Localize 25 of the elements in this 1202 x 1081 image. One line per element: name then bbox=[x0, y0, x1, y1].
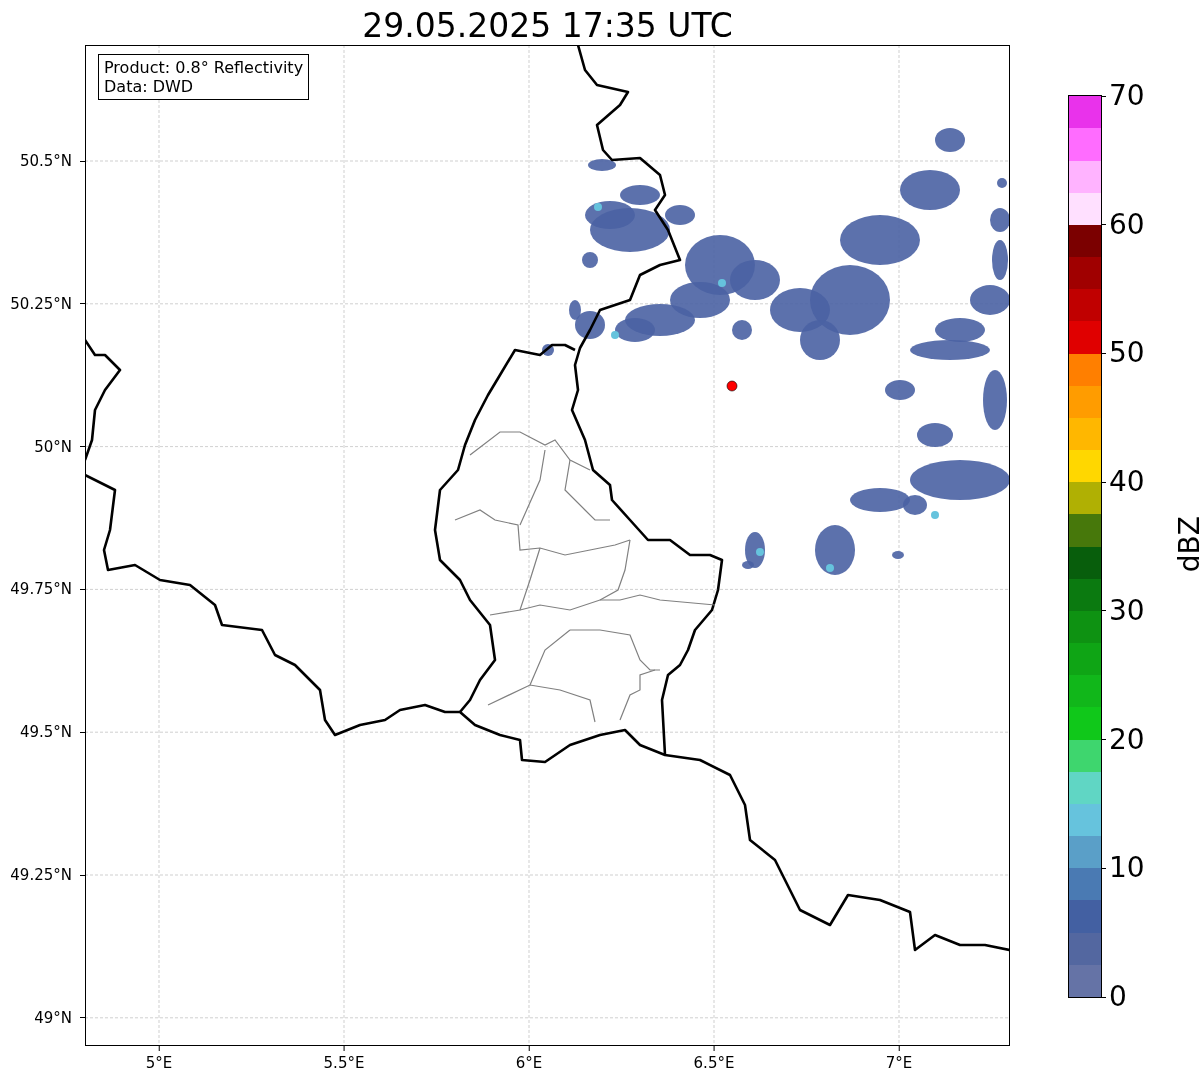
axis-tick-label: 49.75°N bbox=[10, 580, 72, 599]
colorbar-tick-label: 60 bbox=[1109, 208, 1145, 241]
axis-tick-label: 50.5°N bbox=[19, 152, 72, 170]
radar-site-marker bbox=[726, 380, 738, 392]
axis-tick-label: 5.5°E bbox=[323, 1054, 365, 1072]
axis-tick-label: 49.5°N bbox=[19, 723, 72, 742]
colorbar-tick-label: 20 bbox=[1109, 723, 1145, 756]
colorbar-label: dBZ bbox=[1173, 516, 1202, 573]
axis-tick-label: 6.5°E bbox=[693, 1054, 735, 1072]
axis-tick-label: 49.25°N bbox=[10, 866, 72, 884]
axis-tick-label: 49°N bbox=[34, 1008, 72, 1027]
axis-tick-label: 7°E bbox=[885, 1054, 913, 1072]
legend-text: Data: DWD bbox=[104, 77, 195, 96]
legend-text: Product: 0.8° Reflectivity bbox=[104, 58, 304, 77]
map-title: 29.05.2025 17:35 UTC bbox=[361, 5, 734, 45]
axis-tick-label: 6°E bbox=[515, 1054, 543, 1072]
colorbar-tick-label: 10 bbox=[1109, 852, 1145, 885]
colorbar-tick-label: 30 bbox=[1109, 594, 1145, 627]
colorbar-tick-label: 40 bbox=[1109, 466, 1145, 499]
axis-tick-label: 5°E bbox=[145, 1054, 173, 1072]
colorbar-tick-label: 70 bbox=[1109, 80, 1145, 112]
axis-tick-label: 50.25°N bbox=[10, 294, 72, 313]
colorbar-tick-label: 50 bbox=[1109, 337, 1145, 370]
colorbar-tick-label: 0 bbox=[1109, 981, 1127, 1013]
axis-tick-label: 50°N bbox=[34, 437, 72, 456]
